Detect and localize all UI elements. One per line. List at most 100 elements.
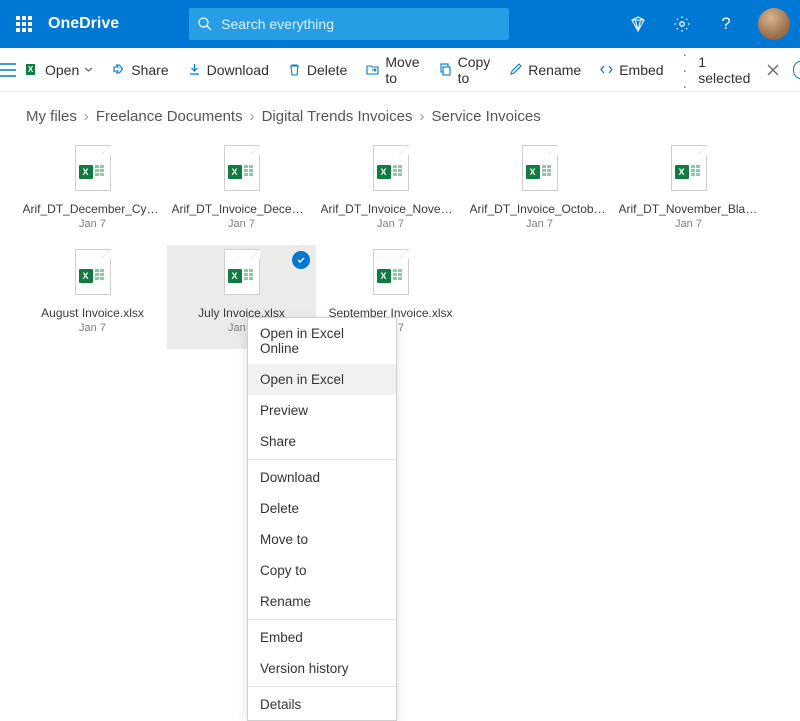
file-thumbnail: X (369, 249, 413, 301)
app-launcher-button[interactable] (0, 16, 48, 32)
file-date: Jan 7 (675, 218, 702, 230)
rename-label: Rename (528, 62, 581, 78)
file-thumbnail: X (667, 145, 711, 197)
context-menu-item[interactable]: Embed (248, 622, 396, 653)
file-thumbnail: X (369, 145, 413, 197)
move-to-label: Move to (385, 54, 419, 86)
svg-text:X: X (28, 65, 34, 74)
open-button[interactable]: X Open (16, 48, 102, 91)
file-thumbnail: X (220, 145, 264, 197)
selection-count: 1 selected (698, 54, 752, 86)
context-menu-item[interactable]: Version history (248, 653, 396, 684)
context-menu-item[interactable]: Move to (248, 524, 396, 555)
context-menu: Open in Excel OnlineOpen in ExcelPreview… (247, 317, 397, 721)
context-menu-item[interactable]: Open in Excel Online (248, 318, 396, 364)
file-name: Arif_DT_Invoice_October_2... (470, 202, 610, 216)
download-label: Download (207, 62, 269, 78)
rename-button[interactable]: Rename (499, 48, 590, 91)
help-icon: ? (721, 14, 730, 34)
file-date: Jan 7 (228, 218, 255, 230)
file-tile[interactable]: X Arif_DT_December_Cyber_... Jan 7 (18, 141, 167, 245)
menu-divider (248, 459, 396, 460)
embed-button[interactable]: Embed (590, 48, 672, 91)
delete-icon (287, 62, 302, 77)
chevron-down-icon (84, 65, 93, 74)
breadcrumb-item[interactable]: Digital Trends Invoices (262, 108, 413, 125)
file-thumbnail: X (220, 249, 264, 301)
rename-icon (508, 62, 523, 77)
clear-selection-button[interactable] (763, 64, 783, 76)
context-menu-item[interactable]: Rename (248, 586, 396, 617)
open-label: Open (45, 62, 79, 78)
details-pane-button[interactable]: i (793, 61, 800, 79)
context-menu-item[interactable]: Details (248, 689, 396, 720)
embed-icon (599, 62, 614, 77)
excel-icon: X (25, 62, 40, 77)
more-button[interactable]: · · · (673, 46, 699, 94)
share-button[interactable]: Share (102, 48, 177, 91)
delete-label: Delete (307, 62, 347, 78)
file-date: Jan 7 (79, 218, 106, 230)
file-name: Arif_DT_Invoice_December... (172, 202, 312, 216)
file-thumbnail: X (71, 145, 115, 197)
file-tile[interactable]: X August Invoice.xlsx Jan 7 (18, 245, 167, 349)
file-name: Arif_DT_November_Black_F... (619, 202, 759, 216)
context-menu-item[interactable]: Download (248, 462, 396, 493)
settings-button[interactable] (660, 15, 704, 33)
file-date: Jan 7 (526, 218, 553, 230)
context-menu-item[interactable]: Copy to (248, 555, 396, 586)
breadcrumb-item[interactable]: Service Invoices (431, 108, 540, 125)
download-icon (187, 62, 202, 77)
file-name: Arif_DT_December_Cyber_... (23, 202, 163, 216)
premium-button[interactable] (616, 15, 660, 33)
file-name: Arif_DT_Invoice_November... (321, 202, 461, 216)
file-tile[interactable]: X Arif_DT_November_Black_F... Jan 7 (614, 141, 763, 245)
file-date: Jan 7 (377, 218, 404, 230)
chevron-right-icon: › (243, 108, 262, 125)
menu-divider (248, 619, 396, 620)
gear-icon (673, 15, 691, 33)
hamburger-icon (0, 63, 16, 77)
copy-to-button[interactable]: Copy to (429, 48, 500, 91)
app-header: OneDrive ? (0, 0, 800, 48)
context-menu-item[interactable]: Open in Excel (248, 364, 396, 395)
close-icon (767, 64, 779, 76)
file-thumbnail: X (71, 249, 115, 301)
selected-check-icon (292, 251, 310, 269)
file-tile[interactable]: X Arif_DT_Invoice_December... Jan 7 (167, 141, 316, 245)
download-button[interactable]: Download (178, 48, 278, 91)
search-input[interactable] (221, 16, 509, 32)
file-date: Jan 7 (79, 322, 106, 334)
nav-toggle-button[interactable] (0, 63, 16, 77)
file-thumbnail: X (518, 145, 562, 197)
file-name: August Invoice.xlsx (41, 306, 144, 320)
file-tile[interactable]: X Arif_DT_Invoice_November... Jan 7 (316, 141, 465, 245)
move-to-button[interactable]: Move to (356, 48, 428, 91)
command-bar: X Open Share Download Delete Move to Cop… (0, 48, 800, 92)
move-icon (365, 62, 380, 77)
account-avatar[interactable] (758, 8, 790, 40)
share-label: Share (131, 62, 168, 78)
embed-label: Embed (619, 62, 663, 78)
context-menu-item[interactable]: Delete (248, 493, 396, 524)
files-grid: X Arif_DT_December_Cyber_... Jan 7 X Arif_DT… (0, 131, 800, 359)
menu-divider (248, 686, 396, 687)
search-box[interactable] (189, 8, 509, 40)
brand-label[interactable]: OneDrive (48, 15, 129, 33)
breadcrumb: My files›Freelance Documents›Digital Tre… (0, 92, 800, 131)
copy-icon (438, 62, 453, 77)
file-tile[interactable]: X Arif_DT_Invoice_October_2... Jan 7 (465, 141, 614, 245)
share-icon (111, 62, 126, 77)
waffle-icon (16, 16, 32, 32)
context-menu-item[interactable]: Share (248, 426, 396, 457)
breadcrumb-item[interactable]: Freelance Documents (96, 108, 243, 125)
search-icon (189, 16, 221, 32)
chevron-right-icon: › (77, 108, 96, 125)
context-menu-item[interactable]: Preview (248, 395, 396, 426)
help-button[interactable]: ? (704, 14, 748, 34)
diamond-icon (629, 15, 647, 33)
delete-button[interactable]: Delete (278, 48, 356, 91)
chevron-right-icon: › (412, 108, 431, 125)
copy-to-label: Copy to (458, 54, 491, 86)
breadcrumb-item[interactable]: My files (26, 108, 77, 125)
